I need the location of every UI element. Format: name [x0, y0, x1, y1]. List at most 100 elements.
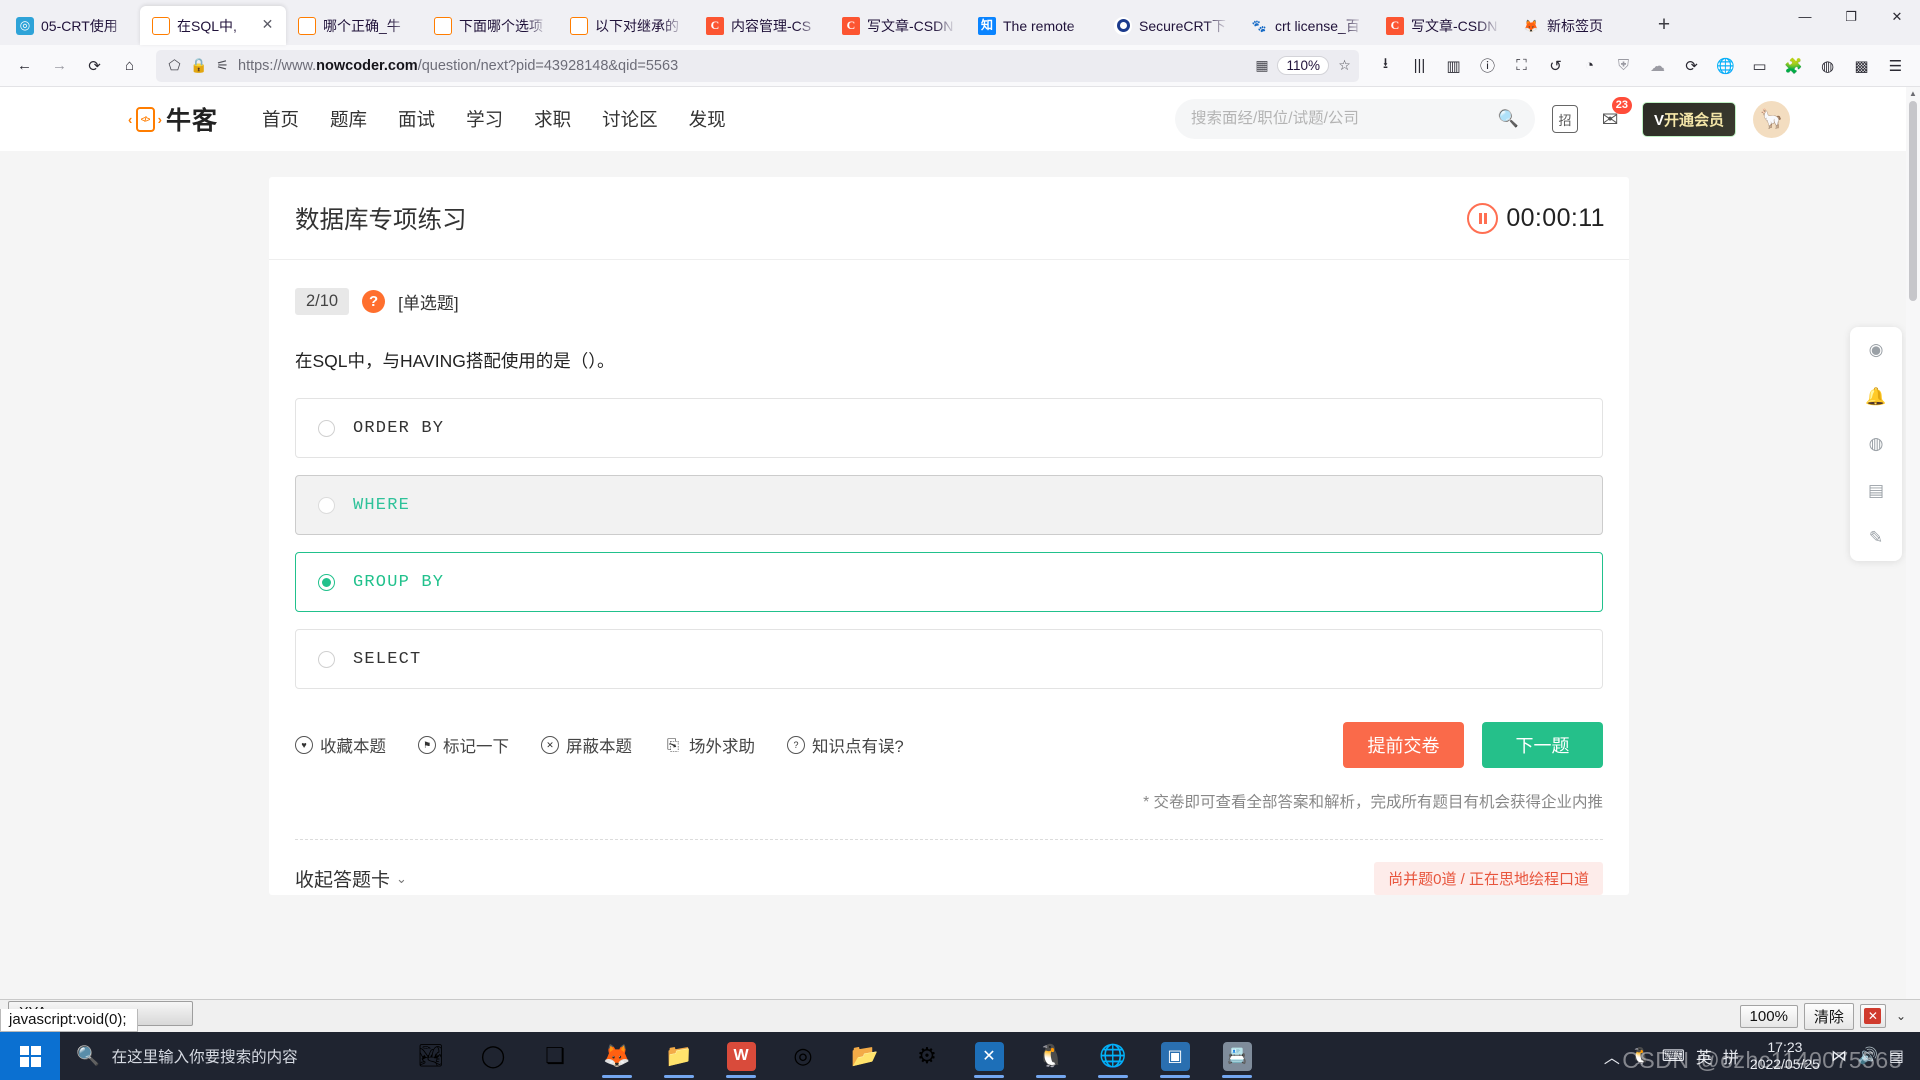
chevron-up-icon[interactable]: ︿ [1604, 1044, 1620, 1068]
forward-icon[interactable]: → [43, 49, 76, 82]
keyboard-icon[interactable]: ⌨ [1662, 1046, 1685, 1066]
ghost-icon[interactable]: ☁ [1641, 49, 1674, 82]
browser-tab-4[interactable]: 以下对继承的 [558, 6, 694, 45]
browser-tab-7[interactable]: 知 The remote [966, 6, 1102, 45]
address-bar[interactable]: ⬠ 🔒 ⚟ https://www.nowcoder.com/question/… [156, 49, 1359, 82]
browser-tab-9[interactable]: 🐾 crt license_百 [1238, 6, 1374, 45]
permissions-icon[interactable]: ⚟ [214, 57, 231, 74]
home-icon[interactable]: ⌂ [113, 49, 146, 82]
close-window-button[interactable]: ✕ [1874, 0, 1920, 33]
start-button[interactable] [0, 1032, 60, 1080]
wechat-icon[interactable]: ◍ [1863, 431, 1889, 457]
taskbar-wps[interactable]: W [710, 1032, 772, 1080]
browser-tab-10[interactable]: C 写文章-CSDN [1374, 6, 1510, 45]
taskbar-firefox[interactable]: 🦊 [586, 1032, 648, 1080]
nav-item-forum[interactable]: 讨论区 [602, 106, 658, 132]
radio-icon-selected[interactable] [318, 573, 335, 591]
search-input[interactable] [1190, 110, 1498, 128]
browser-tab-1[interactable]: 在SQL中, ✕ [140, 6, 286, 45]
nav-item-interview[interactable]: 面试 [398, 106, 435, 132]
addon-icon[interactable]: ▩ [1845, 49, 1878, 82]
answer-sheet-toggle[interactable]: 收起答题卡 ⌄ 尚并题0道 / 正在思地绘程口道 [269, 840, 1629, 895]
lock-icon[interactable]: 🔒 [190, 57, 207, 74]
next-question-button[interactable]: 下一题 [1482, 722, 1603, 768]
taskbar-edge[interactable]: 🌐 [1082, 1032, 1144, 1080]
taskbar-task-view[interactable]: ❏ [524, 1032, 586, 1080]
shield-tool-icon[interactable]: ⛨ [1607, 49, 1640, 82]
minimize-button[interactable]: — [1782, 0, 1828, 33]
option-a[interactable]: ORDER BY [295, 398, 1603, 458]
undo-icon[interactable]: ↺ [1539, 49, 1572, 82]
taskbar-securecrt[interactable]: ▣ [1144, 1032, 1206, 1080]
radio-icon[interactable] [318, 650, 335, 668]
search-icon[interactable]: 🔍 [1498, 109, 1519, 129]
new-tab-button[interactable]: + [1646, 7, 1682, 43]
scrollbar-thumb[interactable] [1909, 101, 1917, 301]
scroll-up-arrow[interactable]: ▲ [1906, 87, 1920, 101]
option-b[interactable]: WHERE [295, 475, 1603, 535]
maximize-button[interactable]: ❐ [1828, 0, 1874, 33]
taskbar-snip[interactable]: 📇 [1206, 1032, 1268, 1080]
taskbar-qq[interactable]: 🐧 [1020, 1032, 1082, 1080]
site-search[interactable]: 🔍 [1174, 99, 1535, 139]
taskbar-vscode[interactable]: ✕ [958, 1032, 1020, 1080]
nav-item-study[interactable]: 学习 [466, 106, 503, 132]
reload-icon[interactable]: ⟳ [78, 49, 111, 82]
browser-tab-11[interactable]: 🦊 新标签页 [1510, 6, 1646, 45]
nav-item-question-bank[interactable]: 题库 [330, 106, 367, 132]
ime-pinyin-icon[interactable]: 拼 [1723, 1044, 1739, 1068]
ime-mode-indicator[interactable]: 英 [1696, 1044, 1712, 1068]
nav-item-discover[interactable]: 发现 [689, 106, 726, 132]
downloads-icon[interactable]: ⭳ [1369, 49, 1402, 82]
clock[interactable]: 17:23 2022/05/25 [1750, 1039, 1820, 1072]
option-d[interactable]: SELECT [295, 629, 1603, 689]
feedback-icon[interactable]: ✎ [1863, 525, 1889, 551]
taskbar-edge-legacy[interactable]: ◎ [772, 1032, 834, 1080]
browser-tab-3[interactable]: 下面哪个选项 [422, 6, 558, 45]
vip-button[interactable]: V开通会员 [1641, 101, 1736, 137]
browser-tab-6[interactable]: C 写文章-CSDN [830, 6, 966, 45]
close-icon[interactable]: ✕ [259, 17, 276, 34]
sidebar-icon[interactable]: ▥ [1437, 49, 1470, 82]
find-zoom-button[interactable]: 100% [1739, 1004, 1798, 1028]
browser-tab-8[interactable]: SecureCRT下 [1102, 6, 1238, 45]
info-icon[interactable]: ⓘ [1471, 49, 1504, 82]
radio-icon[interactable] [318, 496, 335, 514]
nav-item-home[interactable]: 首页 [262, 106, 299, 132]
zoom-level-badge[interactable]: 110% [1277, 56, 1329, 75]
book-icon[interactable]: ▤ [1863, 478, 1889, 504]
question-icon[interactable]: ? [362, 290, 386, 313]
taskbar-photos[interactable]: 🏞 [400, 1032, 462, 1080]
radio-icon[interactable] [318, 419, 335, 437]
circle-icon[interactable]: ◍ [1811, 49, 1844, 82]
avatar[interactable]: 🦙 [1753, 100, 1790, 138]
recruit-icon[interactable]: 招 [1551, 105, 1578, 133]
mail-icon[interactable]: ✉ 23 [1595, 97, 1632, 134]
qr-code-icon[interactable]: ▦ [1253, 57, 1270, 74]
taskbar-search[interactable]: 🔍 在这里输入你要搜索的内容 [60, 1032, 400, 1080]
nowcoder-logo[interactable]: ‹› 牛客 [128, 101, 218, 137]
library-icon[interactable]: ||| [1403, 49, 1436, 82]
favorite-action[interactable]: ♥ 收藏本题 [295, 733, 386, 757]
block-action[interactable]: ✕ 屏蔽本题 [541, 733, 632, 757]
report-error-action[interactable]: ? 知识点有误? [787, 733, 904, 757]
bell-icon[interactable]: 🔔 [1863, 384, 1889, 410]
network-icon[interactable]: ⋈ [1831, 1046, 1847, 1066]
browser-tab-0[interactable]: ◎ 05-CRT使用 [4, 6, 140, 45]
globe-icon[interactable]: 🌐 [1709, 49, 1742, 82]
mark-action[interactable]: ⚑ 标记一下 [418, 733, 509, 757]
action-center-icon[interactable]: ▤ [1889, 1046, 1904, 1066]
screenshot-icon[interactable]: ⛶ [1505, 49, 1538, 82]
submit-early-button[interactable]: 提前交卷 [1343, 722, 1464, 768]
find-close-button[interactable]: ✕ [1859, 1004, 1886, 1028]
sync-icon[interactable]: ⟳ [1675, 49, 1708, 82]
taskbar-folder[interactable]: 📂 [834, 1032, 896, 1080]
page-scrollbar[interactable]: ▲ ▼ [1906, 87, 1920, 1080]
pause-icon[interactable] [1467, 202, 1499, 234]
qq-tray-icon[interactable]: 🐧 [1631, 1046, 1651, 1066]
shield-icon[interactable]: ⬠ [166, 57, 183, 74]
volume-icon[interactable]: 🔊 [1858, 1046, 1878, 1066]
chevron-down-icon[interactable]: ⌄ [1892, 1009, 1910, 1023]
weibo-icon[interactable]: ◉ [1863, 337, 1889, 363]
container-icon[interactable]: ▭ [1743, 49, 1776, 82]
